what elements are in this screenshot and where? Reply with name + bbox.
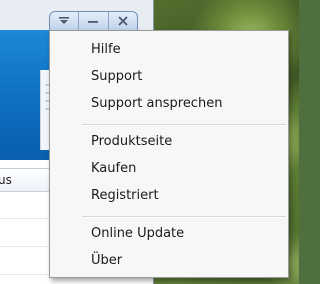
minimize-button[interactable] — [79, 12, 109, 30]
menu-separator — [82, 216, 286, 218]
menu-arrow-icon — [58, 16, 70, 26]
menu-item-ueber[interactable]: Über — [50, 248, 288, 274]
close-icon — [117, 16, 129, 26]
column-header-label: us — [0, 173, 12, 187]
menu-item-produktseite[interactable]: Produktseite — [50, 129, 288, 155]
menu-item-support[interactable]: Support — [50, 64, 288, 90]
minimize-icon — [87, 16, 99, 26]
menu-item-hilfe[interactable]: Hilfe — [50, 37, 288, 63]
menu-separator — [82, 124, 286, 126]
dropdown-menu: Hilfe Support Support ansprechen Produkt… — [49, 30, 289, 278]
close-button[interactable] — [109, 12, 137, 30]
menu-button[interactable] — [50, 12, 80, 30]
menu-item-support-ansprechen[interactable]: Support ansprechen — [50, 91, 288, 117]
title-bar-buttons — [49, 11, 138, 31]
menu-item-registriert[interactable]: Registriert — [50, 183, 288, 209]
menu-item-kaufen[interactable]: Kaufen — [50, 156, 288, 182]
menu-item-online-update[interactable]: Online Update — [50, 221, 288, 247]
